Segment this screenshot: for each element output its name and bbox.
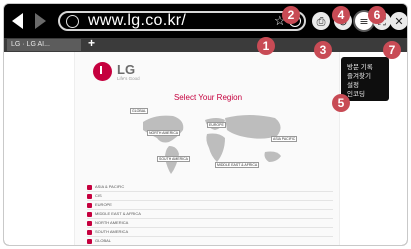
web-page: LG Life's Good Select Your Region GLOBAL… xyxy=(4,52,407,245)
list-item[interactable]: GLOBAL xyxy=(87,237,333,245)
map-label-global[interactable]: GLOBAL xyxy=(130,108,149,114)
bullet-icon xyxy=(87,203,92,208)
callout-6: 6 xyxy=(368,6,386,24)
bullet-icon xyxy=(87,221,92,226)
callout-5: 5 xyxy=(332,94,350,112)
bullet-icon xyxy=(87,239,92,244)
close-button[interactable]: ✕ xyxy=(390,12,407,30)
list-item[interactable]: EUROPE xyxy=(87,201,333,210)
globe-icon xyxy=(66,15,79,28)
callout-2: 2 xyxy=(282,6,300,24)
back-arrow-icon[interactable] xyxy=(12,13,23,29)
close-icon: ✕ xyxy=(394,14,404,28)
list-item[interactable]: CIS xyxy=(87,192,333,201)
tab-lg[interactable]: LG · LG AI... xyxy=(7,39,81,51)
logo-text: LG xyxy=(117,62,136,77)
address-bar[interactable]: www.lg.co.kr/ ☆ xyxy=(58,11,306,31)
map-label-north-america[interactable]: NORTH AMERICA xyxy=(147,130,181,136)
region-list: ASIA & PACIFIC CIS EUROPE MIDDLE EAST & … xyxy=(87,183,333,245)
page-body: LG Life's Good Select Your Region GLOBAL… xyxy=(74,52,340,245)
list-item[interactable]: SOUTH AMERICA xyxy=(87,228,333,237)
map-label-south-america[interactable]: SOUTH AMERICA xyxy=(157,156,190,162)
print-icon: ⎙ xyxy=(316,14,326,28)
forward-arrow-icon[interactable] xyxy=(35,13,46,29)
menu-icon: ≡ xyxy=(359,14,369,28)
bullet-icon xyxy=(87,230,92,235)
list-item[interactable]: MIDDLE EAST & AFRICA xyxy=(87,210,333,219)
world-map xyxy=(143,115,281,174)
bullet-icon xyxy=(87,185,92,190)
region-title: Select Your Region xyxy=(173,93,243,102)
print-button[interactable]: ⎙ xyxy=(312,12,330,30)
map-label-asia-pacific[interactable]: ASIA PACIFIC xyxy=(271,136,298,142)
url-text: www.lg.co.kr/ xyxy=(88,12,187,29)
callout-3: 3 xyxy=(314,41,332,59)
menu-item-encoding[interactable]: 인코딩 xyxy=(347,88,365,98)
callout-7: 7 xyxy=(383,41,401,59)
map-label-middle-east-africa[interactable]: MIDDLE EAST & AFRICA xyxy=(215,162,260,168)
new-tab-button[interactable]: + xyxy=(88,36,95,50)
list-item[interactable]: NORTH AMERICA xyxy=(87,219,333,228)
browser-window: www.lg.co.kr/ ☆ ⎙ ⊕ ≡ ⛶ ✕ LG · LG AI... … xyxy=(3,3,408,246)
settings-dropdown-menu: 방문 기록 즐겨찾기 설정 인코딩 xyxy=(341,57,389,101)
list-item[interactable]: ASIA & PACIFIC xyxy=(87,183,333,192)
bullet-icon xyxy=(87,212,92,217)
tab-strip: LG · LG AI... + xyxy=(4,36,407,52)
map-label-europe[interactable]: EUROPE xyxy=(207,122,226,128)
callout-1: 1 xyxy=(257,37,275,55)
lg-logo-icon[interactable] xyxy=(93,62,112,81)
callout-4: 4 xyxy=(332,6,350,24)
logo-tagline: Life's Good xyxy=(117,76,140,81)
bullet-icon xyxy=(87,194,92,199)
